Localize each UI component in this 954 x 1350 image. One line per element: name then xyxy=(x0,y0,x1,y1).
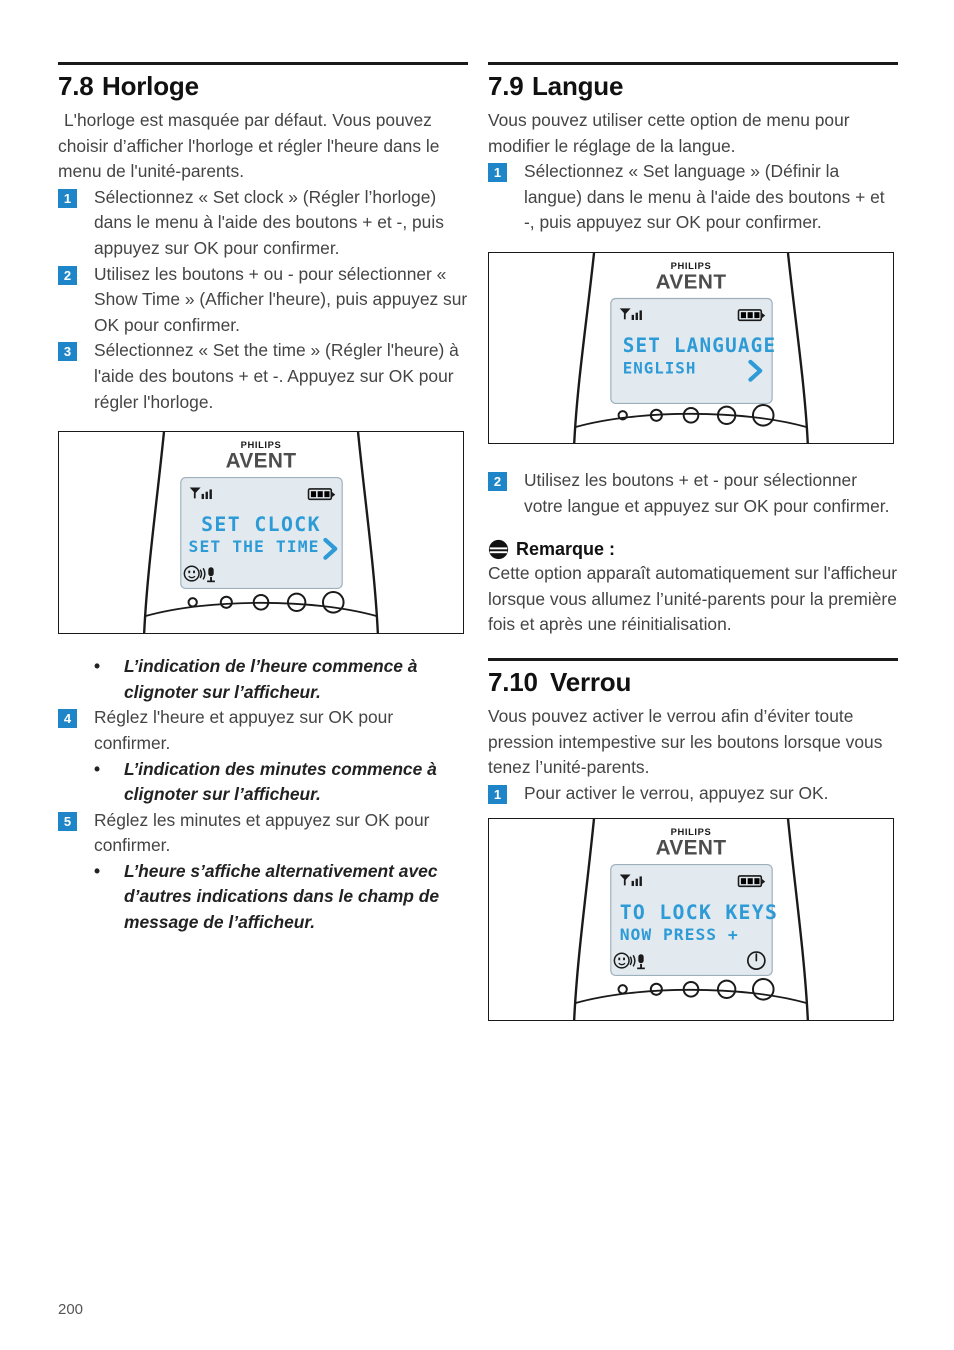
right-column: 7.9 Langue Vous pouvez utiliser cette opt… xyxy=(488,62,898,1022)
step-item: 5 Réglez les minutes et appuyez sur OK p… xyxy=(58,808,468,859)
lcd-line-2: ENGLISH xyxy=(623,359,697,378)
bullet-item: L’indication des minutes commence à clig… xyxy=(58,757,468,808)
device-button-4 xyxy=(716,979,737,1000)
steps-list-step5: 5 Réglez les minutes et appuyez sur OK p… xyxy=(58,808,468,859)
brand-philips-text: PHILIPS xyxy=(671,826,712,837)
step-item: 1 Sélectionnez « Set clock » (Régler l’h… xyxy=(58,185,468,262)
steps-list-continued: 4 Réglez l'heure et appuyez sur OK pour … xyxy=(58,705,468,756)
page-title-langue: 7.9 Langue xyxy=(488,71,898,102)
intro-paragraph-langue: Vous pouvez utiliser cette option de men… xyxy=(488,110,850,156)
step-text: Sélectionnez « Set the time » (Régler l'… xyxy=(94,340,459,412)
section-title-text: Verrou xyxy=(550,666,632,697)
bullets-after-step5: L’heure s’affiche alternativement avec d… xyxy=(58,859,468,936)
device-body-right-edge xyxy=(786,252,809,443)
step-text: Pour activer le verrou, appuyez sur OK. xyxy=(524,782,829,803)
device-figure-set-clock: PHILIPS AVENT SET CLOCK SET THE TIME xyxy=(58,431,464,635)
brand-avent-text: AVENT xyxy=(656,837,727,860)
step-badge: 1 xyxy=(488,784,507,804)
step-item: 4 Réglez l'heure et appuyez sur OK pour … xyxy=(58,705,468,756)
section-title-text: Langue xyxy=(532,71,624,101)
lcd-line-1: SET LANGUAGE xyxy=(623,334,777,357)
step-item: 3 Sélectionnez « Set the time » (Régler … xyxy=(58,338,468,415)
device-button-5 xyxy=(321,591,345,614)
note-body-text: Cette option apparaît automatiquement su… xyxy=(488,563,898,635)
brand-philips-text: PHILIPS xyxy=(671,260,712,271)
steps-list-langue: 1 Sélectionnez « Set language » (Définir… xyxy=(488,159,898,236)
note-block: Remarque : Cette option apparaît automat… xyxy=(488,539,898,638)
device-button-1 xyxy=(187,597,198,608)
steps-list-langue-2: 2 Utilisez les boutons + et - pour sélec… xyxy=(488,468,898,519)
brand-philips-text: PHILIPS xyxy=(241,439,282,450)
device-body-left-edge xyxy=(572,819,596,1021)
section-title-text: Horloge xyxy=(102,71,199,101)
left-column: 7.8 Horloge L'horloge est masquée par déf… xyxy=(58,62,468,936)
device-button-4 xyxy=(286,592,307,613)
step-text: Sélectionnez « Set language » (Définir l… xyxy=(524,161,885,233)
section-rule-lock xyxy=(488,657,898,661)
step-text: Réglez l'heure et appuyez sur OK pour co… xyxy=(94,707,394,753)
page-title-horloge: 7.8 Horloge xyxy=(58,71,468,102)
section-number: 7.8 xyxy=(58,71,94,101)
step-text: Utilisez les boutons + et - pour sélecti… xyxy=(524,469,890,516)
lcd-line-1: TO LOCK KEYS xyxy=(620,901,778,924)
step-item: 1 Sélectionnez « Set language » (Définir… xyxy=(488,159,898,236)
device-body-left-edge xyxy=(573,252,596,443)
section-number: 7.10 xyxy=(488,666,538,697)
bullet-item: L’indication de l’heure commence à clign… xyxy=(58,654,468,705)
step-text: Sélectionnez « Set clock » (Régler l’hor… xyxy=(94,186,444,258)
step-item: 2 Utilisez les boutons + et - pour sélec… xyxy=(488,468,898,519)
lcd-line-2: NOW PRESS + xyxy=(620,925,739,944)
step-badge: 1 xyxy=(488,163,507,183)
device-button-5 xyxy=(751,403,775,427)
step-item: 2 Utilisez les boutons + ou - pour sélec… xyxy=(58,262,468,339)
step-badge: 4 xyxy=(58,709,77,729)
bullets-after-step4: L’indication des minutes commence à clig… xyxy=(58,757,468,808)
brand-avent-text: AVENT xyxy=(226,450,297,473)
step-badge: 1 xyxy=(58,188,77,208)
step-badge: 2 xyxy=(58,265,77,285)
manual-page: 7.8 Horloge L'horloge est masquée par déf… xyxy=(0,0,954,1350)
device-illustration: PHILIPS AVENT TO LOCK KEYS NOW PRESS + xyxy=(572,819,810,1021)
device-button-2 xyxy=(649,983,663,997)
brand-avent-text: AVENT xyxy=(656,271,727,294)
device-illustration: PHILIPS AVENT SET LANGUAGE ENGLISH xyxy=(573,252,809,443)
lcd-line-1: SET CLOCK xyxy=(201,513,321,536)
step-badge: 2 xyxy=(488,471,507,491)
steps-list-verrou: 1 Pour activer le verrou, appuyez sur OK… xyxy=(488,781,898,807)
step-badge: 3 xyxy=(58,342,77,362)
step-badge: 5 xyxy=(58,811,77,831)
device-button-3 xyxy=(682,406,700,424)
bullet-item: L’heure s’affiche alternativement avec d… xyxy=(58,859,468,936)
steps-list-horloge: 1 Sélectionnez « Set clock » (Régler l’h… xyxy=(58,185,468,415)
device-body-right-edge xyxy=(786,819,810,1021)
step-text: Utilisez les boutons + ou - pour sélecti… xyxy=(94,263,468,335)
note-title: Remarque : xyxy=(516,539,616,560)
device-figure-lock-keys: PHILIPS AVENT TO LOCK KEYS NOW PRESS + xyxy=(488,818,894,1022)
device-button-2 xyxy=(219,595,233,609)
lcd-line-2: SET THE TIME xyxy=(189,537,320,556)
device-illustration: PHILIPS AVENT SET CLOCK SET THE TIME xyxy=(142,432,380,634)
step-item: 1 Pour activer le verrou, appuyez sur OK… xyxy=(488,781,898,807)
section-rule-top-left xyxy=(58,62,468,65)
note-info-icon xyxy=(488,540,509,560)
note-header: Remarque : xyxy=(488,539,898,560)
bullets-after-figure: L’indication de l’heure commence à clign… xyxy=(58,654,468,705)
device-body-left-edge xyxy=(142,432,166,634)
section-rule-top-right xyxy=(488,62,898,65)
intro-paragraph-horloge: L'horloge est masquée par défaut. Vous p… xyxy=(58,110,440,182)
section-number: 7.9 xyxy=(488,71,524,101)
device-figure-set-language: PHILIPS AVENT SET LANGUAGE ENGLISH xyxy=(488,251,894,444)
device-button-1 xyxy=(617,984,628,995)
page-number: 200 xyxy=(58,1301,84,1318)
page-title-verrou: 7.10 Verrou xyxy=(488,667,898,698)
step-text: Réglez les minutes et appuyez sur OK pou… xyxy=(94,809,430,856)
device-body-right-edge xyxy=(356,432,380,634)
device-button-5 xyxy=(751,978,775,1001)
intro-paragraph-verrou: Vous pouvez activer le verrou afin d’évi… xyxy=(488,705,883,778)
